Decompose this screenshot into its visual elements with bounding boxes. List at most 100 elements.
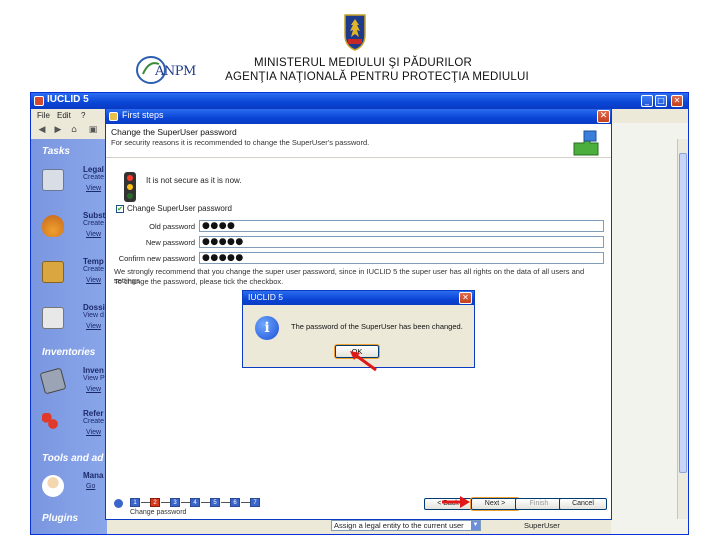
task-subtitle: Create (83, 266, 105, 273)
new-password-label: New password (145, 238, 195, 247)
scrollbar-thumb[interactable] (679, 153, 687, 473)
task-item-manage[interactable]: Mana Go (31, 471, 107, 515)
minimize-button[interactable]: _ (641, 95, 653, 107)
agency-title: AGENŢIA NAŢIONALĂ PENTRU PROTECŢIA MEDIU… (225, 71, 529, 83)
step-connector (201, 502, 210, 503)
tasks-heading: Tasks (42, 146, 70, 157)
step-4[interactable]: 4 (190, 498, 200, 507)
puzzle-icon (573, 130, 599, 156)
task-subtitle: View P (83, 375, 105, 382)
coat-of-arms-icon (344, 14, 366, 51)
confirm-password-label: Confirm new password (118, 254, 195, 263)
menu-help[interactable]: ? (81, 111, 85, 120)
annotation-arrow-icon (350, 351, 377, 372)
window-title: IUCLID 5 (47, 94, 89, 105)
step-connector (141, 502, 150, 503)
task-title: Subst (83, 211, 106, 220)
flask-icon (42, 215, 64, 237)
task-title: Legal (83, 165, 104, 174)
task-item-substance[interactable]: Subst Create View (31, 211, 107, 255)
old-password-label: Old password (149, 222, 195, 231)
back-arrow-icon[interactable]: ◀ (36, 124, 48, 136)
task-item-legal-entity[interactable]: Legal Create View (31, 165, 107, 209)
book-icon (39, 367, 67, 395)
step-2[interactable]: 2 (150, 498, 160, 507)
task-title: Temp (83, 257, 104, 266)
step-connector (161, 502, 170, 503)
task-view-link[interactable]: View (86, 185, 101, 192)
task-title: Refer (83, 409, 104, 418)
dialog-titlebar[interactable]: First steps ✕ (106, 109, 611, 124)
menu-file[interactable]: File (37, 111, 50, 120)
task-item-reference[interactable]: Refer Create View (31, 409, 107, 453)
finish-button[interactable]: Finish (515, 498, 563, 510)
step-connector (241, 502, 250, 503)
task-item-inventory[interactable]: Inven View P View (31, 366, 107, 410)
traffic-light-icon (124, 172, 136, 202)
message-titlebar[interactable]: IUCLID 5 ✕ (243, 291, 474, 305)
task-subtitle: View d (83, 312, 104, 319)
home-icon[interactable]: ⌂ (68, 124, 80, 136)
step-1[interactable]: 1 (130, 498, 140, 507)
cancel-button[interactable]: Cancel (559, 498, 607, 510)
next-button[interactable]: Next > (470, 497, 520, 511)
info-icon: i (255, 316, 279, 340)
task-view-link[interactable]: View (86, 323, 101, 330)
current-step-label: Change password (130, 509, 187, 516)
dialog-description: For security reasons it is recommended t… (111, 138, 370, 147)
forward-arrow-icon[interactable]: ▶ (52, 124, 64, 136)
step-6[interactable]: 6 (230, 498, 240, 507)
change-password-checkbox[interactable]: ✔ (116, 205, 124, 213)
change-password-checkbox-label: Change SuperUser password (127, 204, 232, 213)
ministry-title: MINISTERUL MEDIULUI ŞI PĂDURILOR (253, 57, 473, 69)
app-icon (34, 96, 44, 106)
menu-edit[interactable]: Edit (57, 111, 71, 120)
close-button[interactable]: ✕ (671, 95, 683, 107)
step-3[interactable]: 3 (170, 498, 180, 507)
task-subtitle: Create (83, 418, 105, 425)
task-title: Mana (83, 471, 104, 480)
task-view-link[interactable]: View (86, 429, 101, 436)
old-password-field[interactable]: ●●●● (199, 220, 604, 232)
confirm-password-field[interactable]: ●●●●● (199, 252, 604, 264)
molecule-icon (42, 413, 64, 435)
chevron-down-icon[interactable]: ▼ (471, 521, 480, 530)
step-7[interactable]: 7 (250, 498, 260, 507)
message-title: IUCLID 5 (248, 292, 283, 302)
locked-dossier-icon (42, 307, 64, 329)
task-pane: Tasks Legal Create View Subst Create Vie… (31, 139, 107, 534)
current-user: SuperUser (524, 521, 560, 530)
maximize-button[interactable]: □ (655, 95, 667, 107)
task-view-link[interactable]: View (86, 231, 101, 238)
dialog-icon (109, 112, 118, 121)
task-go-link[interactable]: Go (86, 483, 95, 490)
inventories-heading: Inventories (42, 347, 96, 358)
task-title: Inven (83, 366, 104, 375)
window-titlebar[interactable]: IUCLID 5 _ □ ✕ (31, 93, 688, 109)
legal-entity-select[interactable]: Assign a legal entity to the current use… (331, 520, 481, 531)
step-connector (221, 502, 230, 503)
legal-entity-select-value: Assign a legal entity to the current use… (334, 521, 464, 530)
dialog-header: Change the SuperUser password For securi… (106, 124, 611, 158)
security-status: It is not secure as it is now. (146, 176, 242, 185)
new-password-field[interactable]: ●●●●● (199, 236, 604, 248)
task-subtitle: Create (83, 174, 105, 181)
checkbox-hint: To change the password, please tick the … (114, 277, 284, 286)
tools-heading: Tools and ad (42, 453, 104, 464)
save-icon[interactable]: ▣ (87, 124, 99, 136)
statusbar: Assign a legal entity to the current use… (331, 520, 671, 534)
task-view-link[interactable]: View (86, 277, 101, 284)
step-5[interactable]: 5 (210, 498, 220, 507)
task-item-template[interactable]: Temp Create View (31, 257, 107, 301)
toolbar: ◀ ▶ ⌂ ▣ (31, 122, 111, 138)
task-view-link[interactable]: View (86, 386, 101, 393)
task-item-dossier[interactable]: Dossi View d View (31, 303, 107, 347)
user-icon (42, 475, 64, 497)
info-icon (114, 499, 123, 508)
message-close-button[interactable]: ✕ (459, 292, 472, 304)
vertical-scrollbar[interactable] (677, 139, 688, 519)
task-title: Dossi (83, 303, 105, 312)
annotation-arrow-icon (442, 496, 470, 508)
dialog-close-button[interactable]: ✕ (597, 110, 610, 123)
boxes-icon (42, 261, 64, 283)
